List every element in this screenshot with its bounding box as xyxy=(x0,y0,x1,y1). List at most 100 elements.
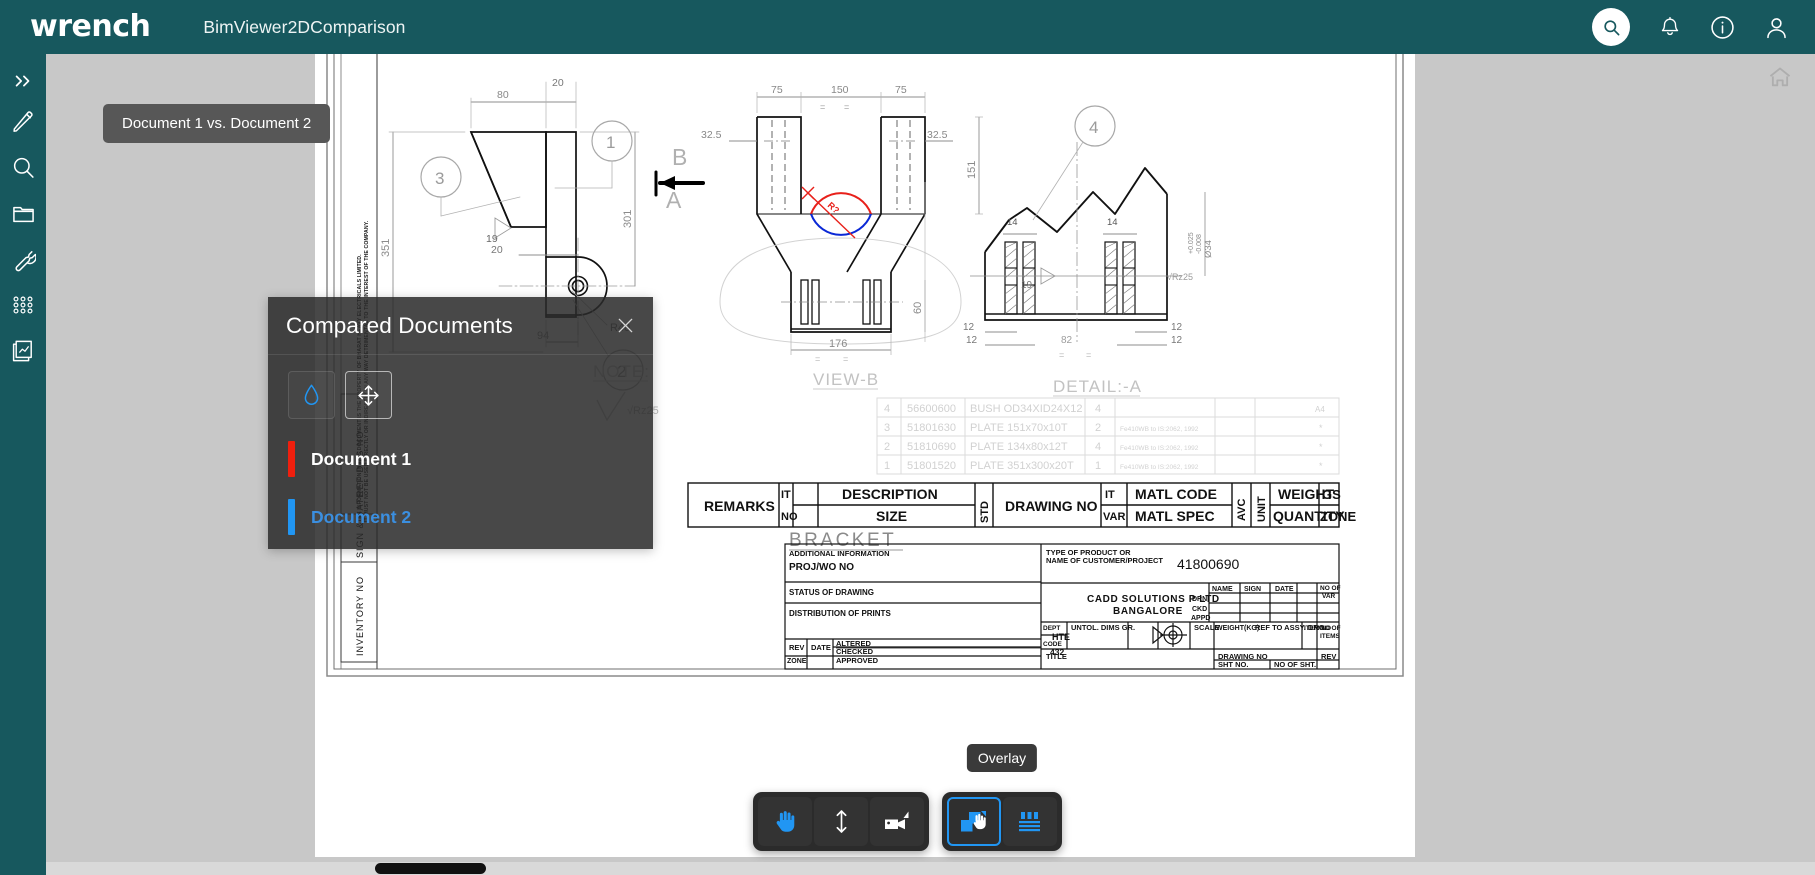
vertical-scroll-tool-button[interactable] xyxy=(814,797,868,846)
stacked-bars-icon xyxy=(1019,812,1040,832)
svg-text:DRAWING NO: DRAWING NO xyxy=(1005,498,1098,514)
part-name: BRACKET xyxy=(789,530,896,551)
side-by-side-tool-button[interactable] xyxy=(1003,797,1057,846)
compare-mode-buttons xyxy=(288,371,653,419)
svg-text:*: * xyxy=(1319,461,1323,471)
svg-text:75: 75 xyxy=(771,84,783,96)
svg-text:Fe410WB to IS:2062, 1992: Fe410WB to IS:2062, 1992 xyxy=(1120,426,1199,433)
sidebar-item-apps[interactable] xyxy=(0,282,46,328)
svg-text:4: 4 xyxy=(1089,118,1098,137)
svg-text:1: 1 xyxy=(606,133,615,152)
svg-text:STD: STD xyxy=(979,501,991,523)
svg-text:DATE: DATE xyxy=(811,643,831,652)
close-icon[interactable] xyxy=(614,315,636,337)
svg-text:ZONE: ZONE xyxy=(787,658,807,665)
document-1-label: Document 1 xyxy=(311,448,412,469)
svg-text:19: 19 xyxy=(1021,280,1033,291)
svg-text:1: 1 xyxy=(884,460,890,472)
svg-text:2: 2 xyxy=(884,441,890,453)
svg-text:+0.025: +0.025 xyxy=(1188,232,1195,254)
svg-text:12: 12 xyxy=(966,335,978,346)
document-legend-item-1[interactable]: Document 1 xyxy=(288,441,653,477)
horizontal-scrollbar[interactable] xyxy=(46,862,1815,875)
left-sidebar xyxy=(0,54,46,875)
svg-text:=: = xyxy=(820,102,825,112)
overlay-tool-button[interactable] xyxy=(947,797,1001,846)
svg-text:4: 4 xyxy=(884,403,890,415)
document-2-label: Document 2 xyxy=(311,506,412,527)
droplet-icon xyxy=(304,384,319,405)
camera-tool-button[interactable] xyxy=(870,797,924,846)
svg-text:12: 12 xyxy=(963,322,975,333)
svg-text:BUSH OD34XID24X12: BUSH OD34XID24X12 xyxy=(970,403,1083,415)
svg-text:DISTRIBUTION OF PRINTS: DISTRIBUTION OF PRINTS xyxy=(789,609,891,618)
detail-a-label: DETAIL:-A xyxy=(1053,377,1142,396)
svg-text:176: 176 xyxy=(829,338,847,350)
drawing-viewer[interactable]: THE INFORMATION IN THIS DOCUMENT IS THE … xyxy=(46,42,1815,875)
svg-text:4: 4 xyxy=(1095,441,1101,453)
svg-text:PROJ/WO NO: PROJ/WO NO xyxy=(789,562,854,573)
compare-tool-group: Overlay xyxy=(942,744,1062,851)
svg-text:301: 301 xyxy=(622,210,634,228)
svg-text:32.5: 32.5 xyxy=(927,129,948,141)
svg-text:MATL CODE: MATL CODE xyxy=(1135,486,1217,502)
svg-text:*: * xyxy=(1319,442,1323,452)
svg-text:4: 4 xyxy=(1095,403,1101,415)
sidebar-item-tools[interactable] xyxy=(0,236,46,282)
camera-icon xyxy=(885,811,909,829)
horizontal-scrollbar-thumb[interactable] xyxy=(375,863,486,874)
search-icon[interactable] xyxy=(1592,8,1630,46)
svg-text:2: 2 xyxy=(1095,422,1101,434)
document-legend-item-2[interactable]: Document 2 xyxy=(288,499,653,535)
overlay-icon xyxy=(961,811,986,832)
svg-text:-0.008: -0.008 xyxy=(1196,234,1203,254)
svg-text:A4: A4 xyxy=(1315,405,1325,414)
move-mode-button[interactable] xyxy=(345,371,392,419)
svg-text:51801520: 51801520 xyxy=(907,460,956,472)
svg-text:REMARKS: REMARKS xyxy=(704,498,775,514)
svg-text:12: 12 xyxy=(1171,335,1183,346)
svg-text:*: * xyxy=(1319,423,1323,433)
svg-text:IT: IT xyxy=(1105,489,1115,501)
svg-text:SIZE: SIZE xyxy=(876,508,907,524)
svg-text:3: 3 xyxy=(435,169,444,188)
svg-text:PLATE 351x300x20T: PLATE 351x300x20T xyxy=(970,460,1074,472)
svg-text:80: 80 xyxy=(497,89,509,101)
svg-text:PLATE 134x80x12T: PLATE 134x80x12T xyxy=(970,441,1068,453)
user-icon[interactable] xyxy=(1764,15,1789,40)
svg-text:APPROVED: APPROVED xyxy=(836,656,879,665)
svg-text:=: = xyxy=(815,354,820,364)
svg-text:Fe410WB to IS:2062, 1992: Fe410WB to IS:2062, 1992 xyxy=(1120,464,1199,471)
sidebar-item-reports[interactable] xyxy=(0,328,46,374)
info-icon[interactable] xyxy=(1710,15,1735,40)
svg-text:REV: REV xyxy=(789,643,804,652)
svg-text:ITEMS: ITEMS xyxy=(1320,633,1341,640)
svg-text:Fe410WB to IS:2062, 1992: Fe410WB to IS:2062, 1992 xyxy=(1120,445,1199,452)
svg-text:A: A xyxy=(666,187,682,213)
svg-text:IT: IT xyxy=(781,489,791,501)
application-root: wrench BimViewer2DComparison INVENTORY N… xyxy=(0,0,1815,875)
sidebar-item-markup[interactable] xyxy=(0,98,46,144)
move-arrows-icon xyxy=(358,384,379,406)
svg-text:ZONE: ZONE xyxy=(1320,509,1356,524)
compared-documents-panel: Compared Documents Document 1 Document 2 xyxy=(268,297,653,549)
sidebar-item-expand[interactable] xyxy=(0,64,46,98)
chevron-double-right-icon xyxy=(15,75,30,87)
svg-text:=: = xyxy=(1059,350,1064,360)
svg-text:REV: REV xyxy=(1321,652,1336,661)
svg-text:DRN: DRN xyxy=(1192,596,1207,603)
svg-text:DEPT: DEPT xyxy=(1043,625,1060,632)
opacity-mode-button[interactable] xyxy=(288,371,335,419)
svg-text:51801630: 51801630 xyxy=(907,422,956,434)
svg-text:NAME: NAME xyxy=(1212,586,1233,593)
home-icon[interactable] xyxy=(1767,64,1793,90)
svg-text:APPD: APPD xyxy=(1191,615,1210,622)
pan-tool-button[interactable] xyxy=(758,797,812,846)
svg-text:UNTOL. DIMS GR.: UNTOL. DIMS GR. xyxy=(1071,623,1135,632)
brand-logo[interactable]: wrench xyxy=(30,12,151,42)
bell-icon[interactable] xyxy=(1659,15,1681,39)
svg-text:BANGALORE: BANGALORE xyxy=(1113,606,1183,617)
sidebar-item-search[interactable] xyxy=(0,144,46,190)
svg-text:SHT NO.: SHT NO. xyxy=(1218,660,1248,669)
sidebar-item-documents[interactable] xyxy=(0,190,46,236)
